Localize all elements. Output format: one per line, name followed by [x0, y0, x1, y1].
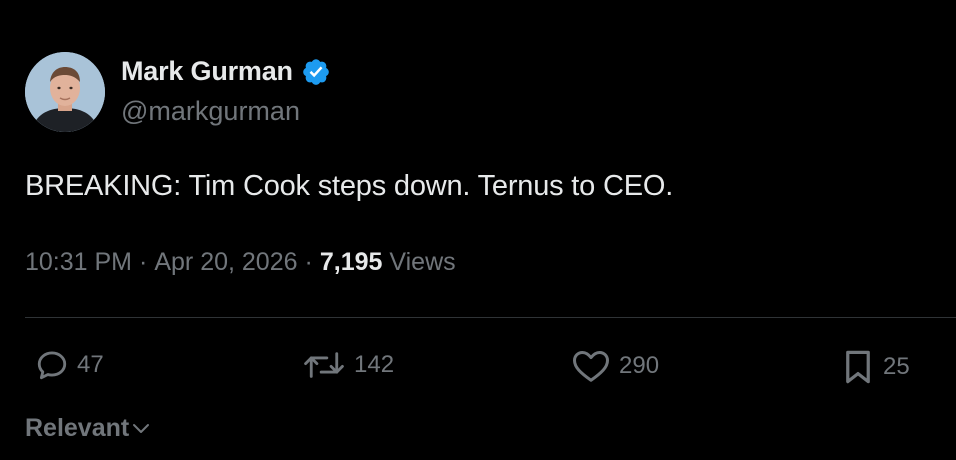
retweet-count: 142	[354, 351, 395, 378]
tweet-time[interactable]: 10:31 PM	[25, 248, 132, 277]
reply-icon	[37, 351, 67, 380]
tweet-meta: 10:31 PM · Apr 20, 2026 · 7,195 Views	[25, 248, 456, 277]
retweet-icon	[304, 352, 344, 378]
like-button[interactable]: 290	[571, 348, 659, 384]
verified-badge-icon[interactable]	[301, 57, 331, 87]
views-label: Views	[389, 248, 456, 276]
meta-separator: ·	[139, 248, 148, 276]
tweet-date[interactable]: Apr 20, 2026	[154, 248, 297, 277]
reply-count: 47	[77, 351, 104, 378]
author-name-row: Mark Gurman	[121, 56, 331, 87]
bookmark-count: 25	[883, 353, 910, 380]
meta-separator: ·	[304, 248, 313, 276]
retweet-button[interactable]: 142	[302, 348, 394, 382]
chevron-down-icon	[133, 423, 150, 433]
bookmark-icon	[846, 350, 870, 384]
author-handle[interactable]: @markgurman	[121, 96, 300, 127]
replies-sort-dropdown[interactable]: Relevant	[25, 414, 151, 443]
reply-button[interactable]: 47	[35, 348, 104, 382]
like-count: 290	[619, 352, 660, 379]
avatar[interactable]	[25, 52, 105, 132]
bookmark-button[interactable]: 25	[841, 348, 910, 386]
divider	[25, 317, 956, 318]
heart-icon	[573, 351, 609, 382]
tweet: Mark Gurman @markgurman BREAKING: Tim Co…	[0, 0, 956, 460]
avatar-image	[25, 52, 105, 132]
tweet-text: BREAKING: Tim Cook steps down. Ternus to…	[25, 170, 674, 202]
author-name[interactable]: Mark Gurman	[121, 56, 293, 87]
replies-sort-label: Relevant	[25, 414, 130, 442]
views-count[interactable]: 7,195	[320, 248, 383, 277]
